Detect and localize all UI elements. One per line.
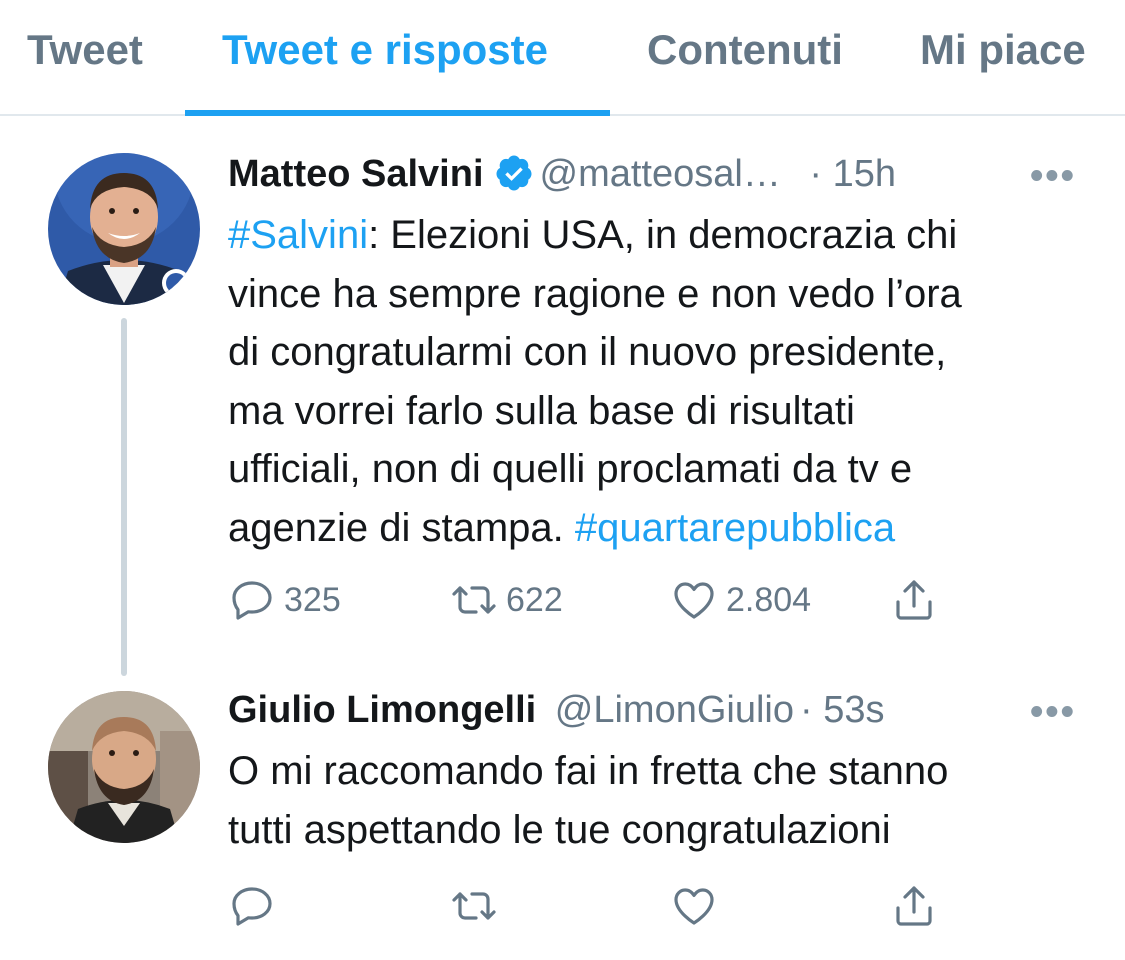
share-button[interactable] — [890, 576, 938, 624]
author-handle[interactable]: @matteosal… — [540, 153, 781, 195]
like-icon — [674, 582, 714, 619]
reply-count: 325 — [284, 580, 341, 619]
reply-icon — [232, 887, 272, 926]
retweet-button[interactable] — [450, 882, 498, 930]
like-count: 2.804 — [726, 580, 812, 619]
tweet-text: O mi raccomando fai in fretta che stanno… — [228, 742, 1108, 859]
share-icon — [896, 886, 932, 926]
active-tab-indicator — [185, 110, 610, 116]
more-icon[interactable]: ••• — [1030, 692, 1076, 732]
tweet-text-line: : Elezioni USA, in democrazia chi — [368, 213, 958, 257]
more-icon[interactable]: ••• — [1030, 156, 1076, 196]
tweet-text-line: agenzie di stampa. — [228, 505, 575, 550]
tweet-text-line: ufficiali, non di quelli proclamati da t… — [228, 447, 913, 491]
like-button[interactable] — [670, 882, 718, 930]
like-button[interactable]: 2.804 — [670, 576, 811, 624]
tweet-text: #Salvini: Elezioni USA, in democrazia ch… — [228, 206, 1108, 557]
reply-button[interactable] — [228, 882, 276, 930]
retweet-icon — [452, 586, 496, 614]
thread-connector — [121, 318, 127, 676]
verified-badge-icon — [495, 155, 531, 191]
hashtag-link[interactable]: #Salvini — [228, 213, 368, 257]
share-button[interactable] — [890, 882, 938, 930]
tab-mi-piace[interactable]: Mi piace — [920, 24, 1086, 76]
hashtag-link[interactable]: #quartarepubblica — [575, 506, 895, 550]
tab-tweet-e-risposte[interactable]: Tweet e risposte — [222, 24, 548, 76]
tweet-header: Matteo Salvini @matteosal… · 15h — [228, 150, 896, 198]
share-icon — [896, 580, 932, 620]
author-name[interactable]: Giulio Limongelli — [228, 689, 536, 731]
tweet-text-line: vince ha sempre ragione e non vedo l’ora — [228, 271, 962, 316]
tweet-timestamp[interactable]: · 15h — [809, 153, 896, 195]
tab-tweet[interactable]: Tweet — [27, 24, 143, 76]
tab-contenuti[interactable]: Contenuti — [647, 24, 843, 76]
reply-button[interactable]: 325 — [228, 576, 341, 624]
profile-tabs: Tweet Tweet e risposte Contenuti Mi piac… — [0, 0, 1125, 116]
tweet-header: Giulio Limongelli @LimonGiulio · 53s — [228, 686, 885, 734]
avatar[interactable] — [48, 153, 200, 305]
tweet-text-line: tutti aspettando le tue congratulazioni — [228, 807, 891, 852]
tweet-text-line: O mi raccomando fai in fretta che stanno — [228, 749, 949, 793]
retweet-icon — [452, 892, 496, 920]
avatar[interactable] — [48, 691, 200, 843]
author-name[interactable]: Matteo Salvini — [228, 153, 484, 195]
retweet-button[interactable]: 622 — [450, 576, 563, 624]
reply-icon — [232, 581, 272, 620]
tweet-text-line: di congratularmi con il nuovo presidente… — [228, 330, 947, 374]
author-handle[interactable]: @LimonGiulio — [555, 689, 794, 731]
tweet-timestamp[interactable]: · 53s — [800, 689, 884, 731]
tweet-text-line: ma vorrei farlo sulla base di risultati — [228, 388, 855, 433]
retweet-count: 622 — [506, 580, 563, 619]
like-icon — [674, 888, 714, 925]
